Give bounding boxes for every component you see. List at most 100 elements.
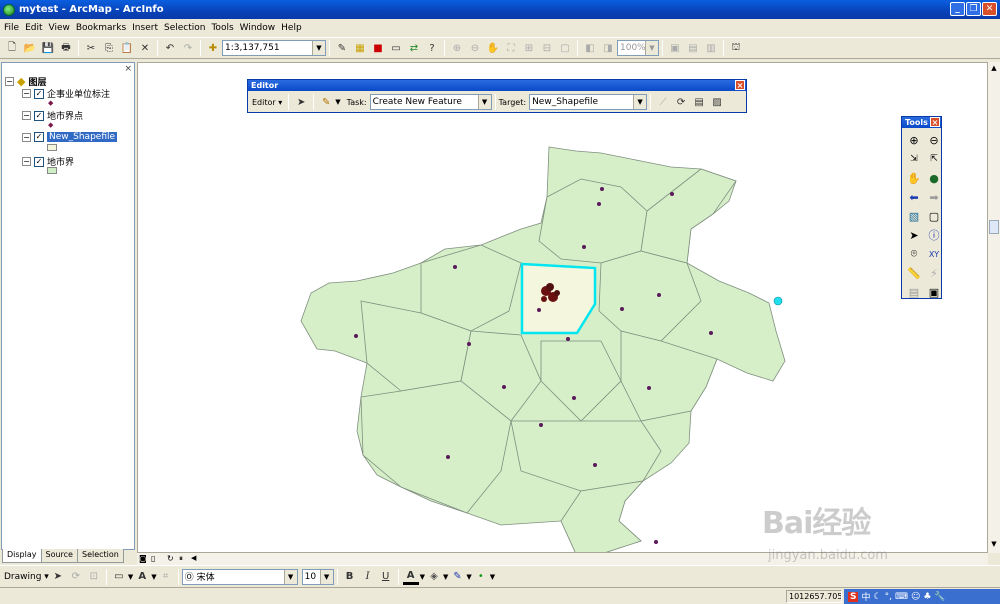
html-popup-icon[interactable]: ▤: [906, 284, 922, 300]
redo-icon[interactable]: ↷: [180, 40, 196, 56]
scroll-up-icon[interactable]: ▲: [989, 64, 999, 74]
attributes-icon[interactable]: ▤: [691, 94, 707, 110]
save-icon[interactable]: 💾: [40, 40, 56, 56]
measure-icon[interactable]: 📏: [906, 265, 922, 281]
map-scale-combo[interactable]: 1:3,137,751 ▼: [222, 40, 326, 56]
wrench-icon[interactable]: 🔧: [934, 592, 945, 602]
data-view-icon[interactable]: ◙: [139, 554, 147, 563]
change-layout-icon[interactable]: ▥: [703, 40, 719, 56]
menu-window[interactable]: Window: [240, 23, 276, 33]
new-shapefile-polygon[interactable]: [520, 262, 597, 335]
close-icon[interactable]: ×: [735, 80, 745, 90]
menu-view[interactable]: View: [49, 23, 70, 33]
whats-this-icon[interactable]: ?: [424, 40, 440, 56]
find-binoculars-icon[interactable]: ⌾: [906, 246, 922, 262]
zoom-out-icon[interactable]: ⊖: [926, 132, 942, 148]
menu-insert[interactable]: Insert: [132, 23, 158, 33]
rotate-icon[interactable]: ⟳: [68, 569, 84, 585]
back-arrow-icon[interactable]: ⬅: [906, 189, 922, 205]
close-icon[interactable]: ×: [124, 64, 132, 74]
go-to-xy-icon[interactable]: XY: [926, 246, 942, 262]
layout-back-icon[interactable]: ◧: [582, 40, 598, 56]
georeference-icon[interactable]: ⛫: [728, 40, 744, 56]
layer-visibility-checkbox[interactable]: ✓: [34, 132, 44, 142]
keyboard-icon[interactable]: ⌨: [895, 592, 908, 602]
layout-zoom-in-icon[interactable]: ⊕: [449, 40, 465, 56]
collapse-icon[interactable]: −: [22, 111, 31, 120]
line-color-icon[interactable]: ✎: [449, 569, 465, 585]
layout-forward-icon[interactable]: ◨: [600, 40, 616, 56]
fill-color-icon[interactable]: ◈: [426, 569, 442, 585]
chevron-down-icon[interactable]: ▼: [128, 573, 133, 581]
menu-bookmarks[interactable]: Bookmarks: [76, 23, 126, 33]
target-combo[interactable]: New_Shapefile ▼: [529, 94, 648, 110]
scroll-thumb[interactable]: [989, 220, 999, 234]
collapse-icon[interactable]: −: [22, 89, 31, 98]
select-elements-icon[interactable]: ➤: [906, 227, 922, 243]
refresh-icon[interactable]: ↻: [167, 554, 174, 563]
map-vertical-scrollbar[interactable]: ▲ ▼: [988, 62, 1000, 553]
restore-button[interactable]: ❐: [966, 2, 981, 16]
layer-visibility-checkbox[interactable]: ✓: [34, 156, 44, 167]
menu-file[interactable]: File: [4, 23, 19, 33]
pan-hand-icon[interactable]: ✋: [906, 170, 922, 186]
font-color-icon[interactable]: A: [402, 569, 419, 585]
cut-icon[interactable]: ✂: [83, 40, 99, 56]
full-extent-globe-icon[interactable]: ●: [926, 170, 942, 186]
identify-icon[interactable]: ⓘ: [926, 227, 942, 243]
new-document-icon[interactable]: 🗋: [4, 40, 20, 56]
arctoolbox-icon[interactable]: ■: [370, 40, 386, 56]
layout-pan-icon[interactable]: ✋: [485, 40, 501, 56]
minimize-button[interactable]: _: [950, 2, 965, 16]
toc-layer-2[interactable]: − ✓ New_Shapefile: [22, 132, 118, 142]
arccatalog-icon[interactable]: ▦: [352, 40, 368, 56]
layout-zoom-whole-page-icon[interactable]: ▢: [557, 40, 573, 56]
shirt-icon[interactable]: ♣: [923, 592, 931, 602]
chevron-down-icon[interactable]: ▼: [151, 573, 156, 581]
layer-visibility-checkbox[interactable]: ✓: [34, 110, 44, 121]
layer-visibility-checkbox[interactable]: ✓: [34, 88, 44, 99]
moon-icon[interactable]: ☾: [874, 592, 882, 602]
menu-edit[interactable]: Edit: [25, 23, 42, 33]
italic-button[interactable]: I: [360, 569, 376, 585]
collapse-icon[interactable]: −: [5, 77, 14, 86]
forward-arrow-icon[interactable]: ➡: [926, 189, 942, 205]
editor-toolbar-icon[interactable]: ✎: [334, 40, 350, 56]
close-button[interactable]: ✕: [982, 2, 997, 16]
chevron-down-icon[interactable]: ▼: [466, 573, 471, 581]
task-combo[interactable]: Create New Feature ▼: [369, 94, 492, 110]
collapse-icon[interactable]: −: [22, 132, 31, 142]
font-name-combo[interactable]: Ⓞ 宋体 ▼: [181, 568, 298, 585]
chevron-down-icon[interactable]: ▼: [283, 569, 297, 584]
edit-vertices-icon[interactable]: ⌗: [158, 569, 174, 585]
undo-icon[interactable]: ↶: [162, 40, 178, 56]
chevron-down-icon[interactable]: ▼: [420, 573, 425, 581]
chevron-down-icon[interactable]: ▼: [319, 569, 333, 584]
layout-full-extent-icon[interactable]: ⛶: [503, 40, 519, 56]
paste-icon[interactable]: 📋: [119, 40, 135, 56]
toc-layer-0[interactable]: − ✓ 企事业单位标注: [22, 87, 110, 100]
map-canvas[interactable]: [138, 63, 988, 553]
chevron-down-icon[interactable]: ▼: [335, 98, 340, 106]
split-tool-icon[interactable]: ⟋: [655, 94, 671, 110]
focus-data-frame-icon[interactable]: ▤: [685, 40, 701, 56]
rotate-tool-icon[interactable]: ⟳: [673, 94, 689, 110]
zoom-to-selected-icon[interactable]: ⊡: [86, 569, 102, 585]
time-slider-icon[interactable]: ▣: [926, 284, 942, 300]
menu-help[interactable]: Help: [281, 23, 302, 33]
marker-color-icon[interactable]: •: [473, 569, 489, 585]
sketch-tool-icon[interactable]: ✎: [318, 94, 334, 110]
chevron-down-icon[interactable]: ▼: [443, 573, 448, 581]
chinese-mode-icon[interactable]: 中: [861, 590, 870, 603]
fixed-zoom-out-icon[interactable]: ⇱: [926, 151, 942, 167]
bold-button[interactable]: B: [342, 569, 358, 585]
layout-zoom-out-icon[interactable]: ⊖: [467, 40, 483, 56]
open-folder-icon[interactable]: 📂: [22, 40, 38, 56]
close-icon[interactable]: ×: [930, 117, 940, 127]
new-text-icon[interactable]: A: [134, 569, 150, 585]
rectangle-icon[interactable]: ▭: [111, 569, 127, 585]
tab-display[interactable]: Display: [2, 549, 42, 563]
layout-zoom-combo[interactable]: 100% ▼: [617, 40, 659, 56]
hyperlink-icon[interactable]: ⚡: [926, 265, 942, 281]
layout-fixed-zoom-out-icon[interactable]: ⊟: [539, 40, 555, 56]
